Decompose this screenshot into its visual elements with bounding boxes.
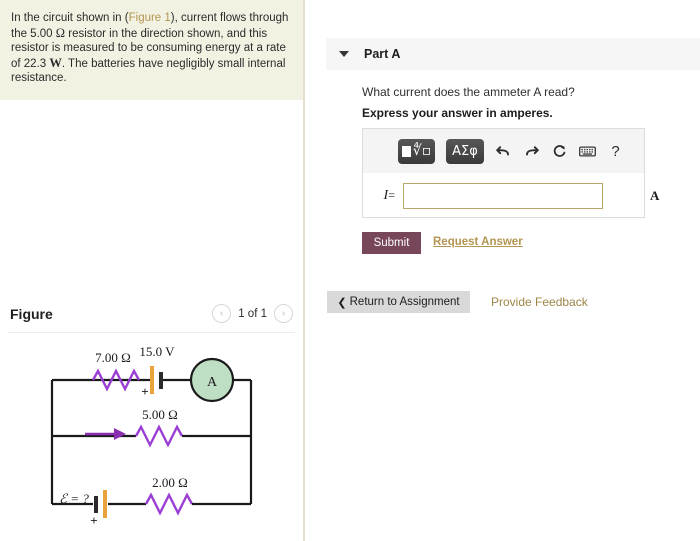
problem-statement-text: In the circuit shown in (Figure 1), curr… xyxy=(11,11,291,86)
resistor-2ohm-zigzag xyxy=(144,492,194,516)
greek-symbols-button[interactable]: ΑΣφ xyxy=(446,138,484,164)
answer-entry-box: ∜▫ ΑΣφ ? I= xyxy=(362,128,645,218)
keyboard-icon[interactable] xyxy=(579,143,596,160)
help-icon[interactable]: ? xyxy=(607,143,624,160)
figure-1-link[interactable]: Figure 1 xyxy=(129,12,171,24)
reset-circular-arrow-svg xyxy=(553,144,566,157)
part-a-title: Part A xyxy=(364,47,401,61)
battery-15v-label: 15.0 V xyxy=(139,344,175,359)
undo-icon[interactable] xyxy=(495,143,512,160)
battery-15v-plus-sign: + xyxy=(141,384,148,399)
equals-sign: = xyxy=(388,187,395,202)
figure-next-button[interactable]: › xyxy=(274,304,293,323)
redo-arrow-svg xyxy=(526,146,539,156)
figure-prev-button[interactable]: ‹ xyxy=(212,304,232,323)
chevron-down-icon[interactable] xyxy=(339,51,349,57)
resistor-7ohm-label: 7.00 Ω xyxy=(95,350,131,365)
page-root: In the circuit shown in (Figure 1), curr… xyxy=(0,0,700,541)
reset-icon[interactable] xyxy=(551,143,568,160)
filled-square-icon xyxy=(401,145,411,157)
ammeter-label: A xyxy=(207,375,218,390)
circuit-diagram: 7.00 Ω 15.0 V + A 5.00 Ω ℰ = ? + 2.00 Ω xyxy=(0,336,303,541)
battery-15v-long-plate xyxy=(150,366,154,394)
return-to-assignment-label: Return to Assignment xyxy=(349,296,460,308)
emf-label: ℰ = ? xyxy=(59,491,89,506)
watt-symbol: W xyxy=(49,55,62,70)
current-arrow-head xyxy=(114,428,126,440)
resistor-5ohm-label: 5.00 Ω xyxy=(142,407,178,422)
undo-arrow-svg xyxy=(496,146,509,156)
problem-line1-suffix: ), current flows xyxy=(170,12,247,24)
resistor-2ohm-label: 2.00 Ω xyxy=(152,475,188,490)
question-text: What current does the ammeter A read? xyxy=(362,85,575,99)
battery-emf-short-plate xyxy=(94,496,98,513)
figure-divider xyxy=(8,332,295,333)
request-answer-link[interactable]: Request Answer xyxy=(433,236,523,248)
submit-button[interactable]: Submit xyxy=(362,232,421,254)
problem-line1-prefix: In the circuit shown in ( xyxy=(11,12,129,24)
resistor-5ohm-zigzag xyxy=(134,424,184,448)
emf-plus-sign: + xyxy=(90,513,97,528)
figure-page-label: 1 of 1 xyxy=(238,307,267,320)
chevron-left-icon: ❮ xyxy=(337,296,347,309)
battery-15v-short-plate xyxy=(159,372,163,389)
left-panel: In the circuit shown in (Figure 1), curr… xyxy=(0,0,303,541)
answer-input-row: I= xyxy=(363,173,644,218)
figure-pager: ‹ 1 of 1 › xyxy=(212,304,293,323)
nth-root-icon: ∜▫ xyxy=(412,143,432,159)
problem-line2-suffix: resistor in the direction shown, xyxy=(65,27,224,40)
provide-feedback-link[interactable]: Provide Feedback xyxy=(491,295,588,309)
right-panel: Part A What current does the ammeter A r… xyxy=(305,0,700,541)
instruction-text: Express your answer in amperes. xyxy=(362,106,553,120)
circuit-diagram-svg: 7.00 Ω 15.0 V + A 5.00 Ω ℰ = ? + 2.00 Ω xyxy=(50,344,253,528)
problem-statement-box: In the circuit shown in (Figure 1), curr… xyxy=(0,0,303,100)
math-template-button[interactable]: ∜▫ xyxy=(398,138,435,164)
redo-icon[interactable] xyxy=(523,143,540,160)
answer-input[interactable] xyxy=(403,182,603,209)
part-a-header[interactable]: Part A xyxy=(326,38,700,70)
math-toolbar: ∜▫ ΑΣφ ? xyxy=(363,129,644,173)
problem-line4-suffix: . The batteries have negligibly xyxy=(61,57,215,70)
battery-emf-long-plate xyxy=(103,490,107,518)
keyboard-icon-svg xyxy=(579,145,596,157)
figure-title: Figure xyxy=(10,306,53,322)
return-to-assignment-button[interactable]: ❮ Return to Assignment xyxy=(327,291,470,313)
ohm-symbol: Ω xyxy=(55,25,66,40)
figure-header: Figure ‹ 1 of 1 › xyxy=(0,300,303,332)
answer-variable-label: I= xyxy=(363,188,403,204)
answer-unit-label: A xyxy=(650,188,660,203)
